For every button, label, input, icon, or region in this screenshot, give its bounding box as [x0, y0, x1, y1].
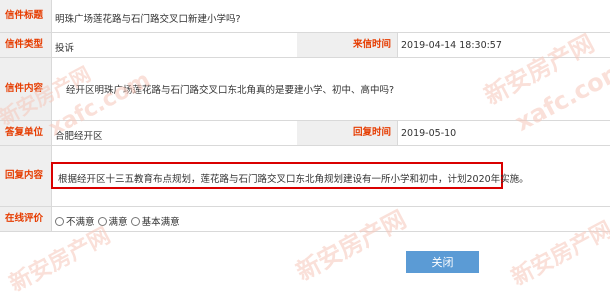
date-label: 来信时间: [297, 33, 397, 57]
rating-option-basic[interactable]: 基本满意: [130, 217, 180, 228]
reply-value: 根据经开区十三五教育布点规划，莲花路与石门路交叉口东北角规划建设有一所小学和初中…: [58, 174, 529, 185]
radio-icon[interactable]: [130, 217, 140, 226]
reply-date-value: 2019-05-10: [401, 128, 457, 139]
reply-date-label: 回复时间: [297, 121, 397, 145]
row-title: 信件标题 明珠广场莲花路与石门路交叉口新建小学吗?: [0, 0, 610, 33]
reply-label: 回复内容: [0, 146, 51, 206]
type-label: 信件类型: [0, 33, 51, 57]
title-label: 信件标题: [0, 0, 51, 32]
type-value: 投诉: [55, 43, 75, 54]
rating-options: 不满意 满意 基本满意: [55, 214, 180, 228]
title-value: 明珠广场莲花路与石门路交叉口新建小学吗?: [55, 14, 241, 25]
date-value: 2019-04-14 18:30:57: [401, 40, 502, 51]
rating-label: 在线评价: [0, 207, 51, 231]
row-type-date: 信件类型 投诉 来信时间 2019-04-14 18:30:57: [0, 33, 610, 58]
letter-detail-table: 信件标题 明珠广场莲花路与石门路交叉口新建小学吗? 信件类型 投诉 来信时间 2…: [0, 0, 610, 297]
close-button[interactable]: 关闭: [406, 251, 479, 273]
radio-icon[interactable]: [55, 217, 64, 226]
